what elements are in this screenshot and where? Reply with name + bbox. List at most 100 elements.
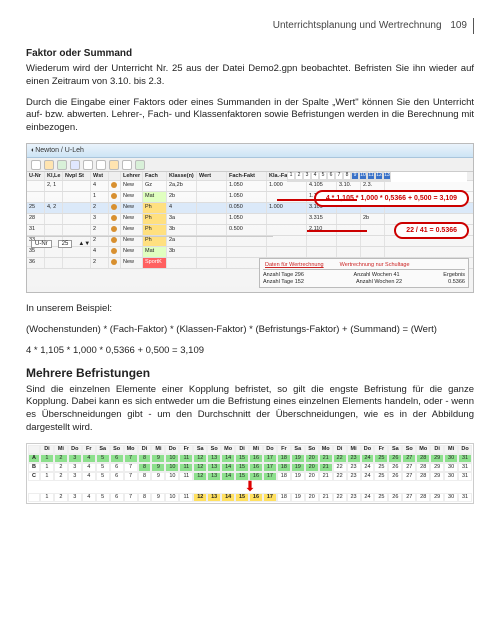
table-cell: [109, 214, 121, 224]
para-3: In unserem Beispiel:: [26, 303, 474, 316]
toolbar-button[interactable]: [70, 160, 80, 170]
table-cell: [45, 258, 63, 268]
bp-result-label: Ergebnis: [443, 272, 465, 278]
table-cell: [45, 225, 63, 235]
heading-mehrere: Mehrere Befristungen: [26, 366, 474, 380]
table-cell: 1.000: [267, 181, 307, 191]
table-cell: [63, 214, 91, 224]
callout-line: [307, 230, 367, 232]
table-cell: New: [121, 258, 143, 268]
table-cell: 25: [27, 203, 45, 213]
status-value[interactable]: 25: [58, 240, 73, 248]
para-4: (Wochenstunden) * (Fach-Faktor) * (Klass…: [26, 324, 474, 337]
window-title: Newton / U-Leh: [35, 147, 84, 154]
window-titlebar: ◐ Newton / U-Leh: [27, 144, 473, 158]
table-cell: [63, 192, 91, 202]
heading-faktor: Faktor oder Summand: [26, 48, 474, 59]
table-cell: 4: [167, 203, 197, 213]
table-cell: [45, 214, 63, 224]
table-cell: [337, 236, 361, 246]
table-cell: [307, 236, 337, 246]
column-header[interactable]: Lehrer: [121, 172, 143, 180]
table-cell: New: [121, 181, 143, 191]
toolbar-button[interactable]: [31, 160, 41, 170]
table-cell: SportK: [143, 258, 167, 268]
calendar-strip: DiMiDoFrSaSoMoDiMiDoFrSaSoMoDiMiDoFrSaSo…: [26, 443, 474, 504]
para-6: Sind die einzelnen Elemente einer Kopplu…: [26, 384, 474, 435]
table-cell: [267, 214, 307, 224]
bp-weeks-total: Anzahl Wochen 41: [354, 272, 400, 278]
toolbar-button[interactable]: [135, 160, 145, 170]
table-cell: [63, 181, 91, 191]
table-cell: 3a: [167, 214, 197, 224]
column-header[interactable]: Nvpl St: [63, 172, 91, 180]
column-header[interactable]: Wert: [197, 172, 227, 180]
column-header[interactable]: Fach: [143, 172, 167, 180]
callout-ratio: 22 / 41 = 0.5366: [394, 222, 469, 239]
table-cell: [197, 258, 227, 268]
toolbar-button[interactable]: [96, 160, 106, 170]
page-header: Unterrichtsplanung und Wertrechnung 109: [26, 18, 474, 34]
table-cell: New: [121, 225, 143, 235]
table-cell: Gz: [143, 181, 167, 191]
table-cell: 2b: [167, 192, 197, 202]
table-cell: [337, 214, 361, 224]
table-cell: [361, 236, 385, 246]
table-cell: [197, 181, 227, 191]
app-screenshot: ◐ Newton / U-Leh U-NrKl,LeNvpl StWstLehr…: [26, 143, 474, 293]
table-cell: 4: [91, 181, 109, 191]
column-header[interactable]: Klasse(n): [167, 172, 197, 180]
table-cell: [63, 258, 91, 268]
table-cell: New: [121, 192, 143, 202]
table-cell: [109, 225, 121, 235]
para-2: Durch die Eingabe einer Faktors oder ein…: [26, 97, 474, 135]
tab-schultage[interactable]: Wertrechnung nur Schultage: [338, 261, 412, 269]
table-cell: 2a,2b: [167, 181, 197, 191]
status-label: U-Nr: [31, 240, 52, 248]
table-cell: 1.050: [227, 214, 267, 224]
table-cell: 0.500: [227, 225, 267, 235]
table-cell: 2: [91, 225, 109, 235]
table-cell: [63, 203, 91, 213]
table-cell: [197, 192, 227, 202]
table-cell: 2, 1: [45, 181, 63, 191]
toolbar-button[interactable]: [57, 160, 67, 170]
mini-calendar: 12345678910111213: [287, 172, 467, 182]
table-cell: 3: [91, 214, 109, 224]
para-1: Wiederum wird der Unterricht Nr. 25 aus …: [26, 63, 474, 89]
table-cell: 31: [27, 225, 45, 235]
table-cell: Ph: [143, 203, 167, 213]
value-calc-panel: Daten für Wertrechnung Wertrechnung nur …: [259, 258, 469, 288]
section-title: Unterrichtsplanung und Wertrechnung: [273, 20, 442, 31]
table-cell: [361, 247, 385, 257]
tab-wertrechnung[interactable]: Daten für Wertrechnung: [263, 261, 326, 269]
bp-result-value: 0.5366: [448, 279, 465, 285]
table-cell: 28: [27, 214, 45, 224]
table-cell: Ph: [143, 214, 167, 224]
column-header[interactable]: Wst: [91, 172, 109, 180]
toolbar-button[interactable]: [122, 160, 132, 170]
bp-weeks-sub: Anzahl Wochen 22: [356, 279, 402, 285]
table-cell: [337, 247, 361, 257]
table-cell: 1.050: [227, 192, 267, 202]
column-header[interactable]: U-Nr: [27, 172, 45, 180]
column-header[interactable]: [109, 172, 121, 180]
table-cell: Ph: [143, 225, 167, 235]
table-cell: [267, 247, 307, 257]
column-header[interactable]: Kl,Le: [45, 172, 63, 180]
arrow-down-icon: ⬇: [28, 482, 472, 492]
table-cell: 1: [91, 192, 109, 202]
toolbar-button[interactable]: [44, 160, 54, 170]
toolbar-button[interactable]: [109, 160, 119, 170]
column-header[interactable]: Fach-Fakt: [227, 172, 267, 180]
table-cell: [109, 181, 121, 191]
toolbar-button[interactable]: [83, 160, 93, 170]
table-cell: [267, 225, 307, 235]
callout-line: [277, 199, 357, 201]
table-cell: [27, 181, 45, 191]
table-cell: Mat: [143, 192, 167, 202]
table-cell: [197, 203, 227, 213]
toolbar: [27, 158, 473, 172]
table-cell: [267, 192, 307, 202]
bp-days-sub: Anzahl Tage 152: [263, 279, 304, 285]
